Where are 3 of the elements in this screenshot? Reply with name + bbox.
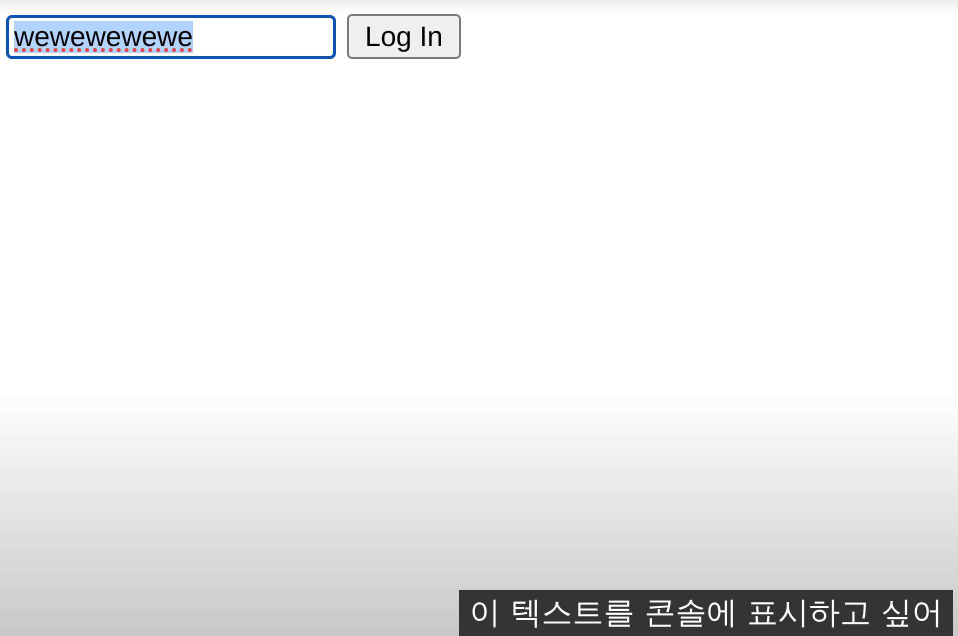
log-in-button[interactable]: Log In xyxy=(347,14,461,59)
text-input-field[interactable]: wewewewewe xyxy=(6,14,336,58)
subtitle-caption: 이 텍스트를 콘솔에 표시하고 싶어 xyxy=(458,590,953,636)
